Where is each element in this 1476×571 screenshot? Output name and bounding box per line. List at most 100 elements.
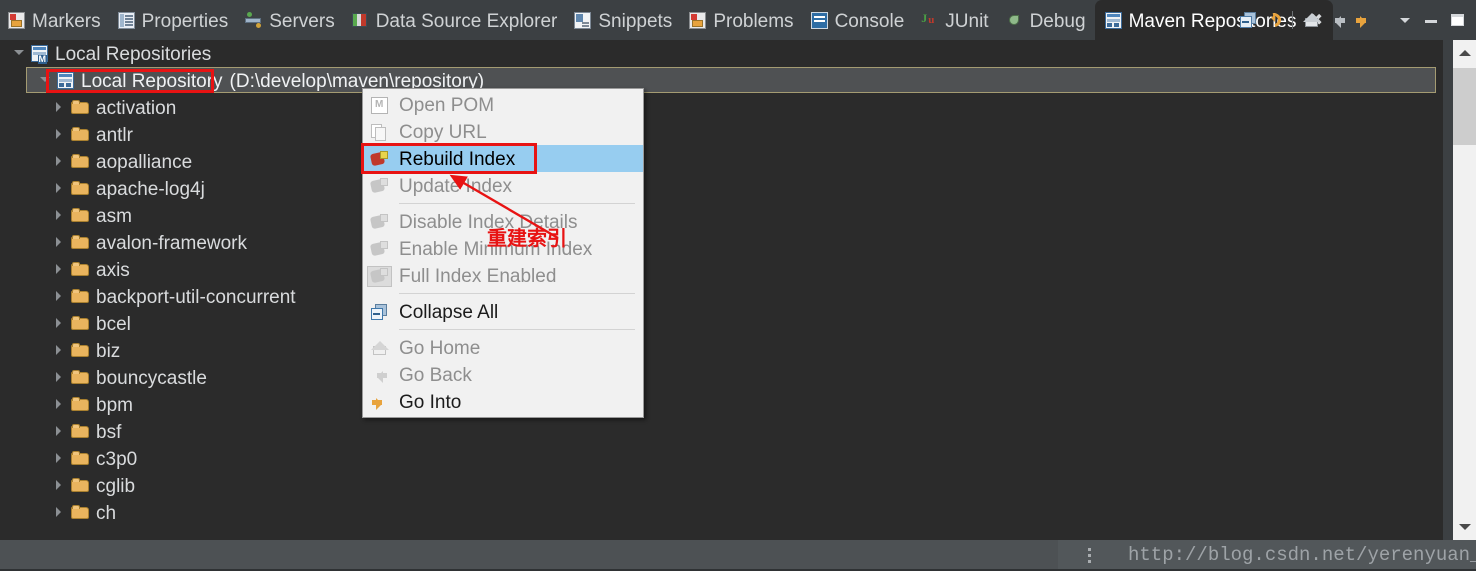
expand-arrow-icon[interactable] (54, 155, 67, 168)
menu-item-update-index[interactable]: Update Index (363, 172, 643, 199)
tab-label: Properties (141, 10, 229, 32)
tree-item-local-repository[interactable]: Local Repository (D:\develop\maven\repos… (0, 67, 1443, 94)
tree-item-label: bouncycastle (96, 367, 207, 389)
tree-item-group[interactable]: antlr (0, 121, 1443, 148)
expand-arrow-icon[interactable] (54, 101, 67, 114)
chevron-down-icon (1458, 524, 1471, 536)
menu-item-label: Go Home (399, 337, 481, 359)
scroll-up-button[interactable] (1453, 40, 1476, 64)
tab-properties[interactable]: Properties (110, 0, 238, 40)
index-icon (371, 213, 388, 231)
context-menu[interactable]: Open POM Copy URL Rebuild Index Update I… (361, 88, 644, 418)
expand-arrow-icon[interactable] (54, 317, 67, 330)
debug-icon (1006, 12, 1023, 29)
tree-item-group[interactable]: asm (0, 202, 1443, 229)
refresh-button[interactable] (1261, 6, 1287, 34)
tree-item-group[interactable]: bpm (0, 391, 1443, 418)
tree-item-group[interactable]: bouncycastle (0, 364, 1443, 391)
chevron-down-icon (1397, 12, 1414, 29)
menu-separator (399, 329, 635, 330)
tree-item-group[interactable]: apache-log4j (0, 175, 1443, 202)
expand-arrow-icon[interactable] (54, 344, 67, 357)
update-index-icon (371, 177, 388, 195)
menu-icon-gutter (363, 175, 399, 197)
tree-item-group[interactable]: activation (0, 94, 1443, 121)
view-menu-button[interactable] (1392, 6, 1418, 34)
drag-handle-dots-icon[interactable] (1088, 548, 1091, 551)
forward-button[interactable] (1350, 6, 1376, 34)
tree-item-group[interactable]: bcel (0, 310, 1443, 337)
expand-arrow-icon[interactable] (54, 236, 67, 249)
collapse-all-button[interactable] (1235, 6, 1261, 34)
expand-arrow-icon[interactable] (54, 506, 67, 519)
expand-arrow-icon[interactable] (54, 290, 67, 303)
tree-item-group[interactable]: c3p0 (0, 445, 1443, 472)
expand-arrow-icon[interactable] (54, 425, 67, 438)
maximize-button[interactable] (1444, 6, 1470, 34)
expand-arrow-icon[interactable] (54, 263, 67, 276)
expand-arrow-icon[interactable] (54, 398, 67, 411)
menu-item-copy-url[interactable]: Copy URL (363, 118, 643, 145)
tab-label: Console (834, 10, 905, 32)
vertical-scrollbar[interactable] (1443, 40, 1476, 540)
menu-icon-gutter (363, 364, 399, 386)
tree-item-label: bsf (96, 421, 122, 443)
folder-icon (71, 451, 90, 466)
scrollbar-thumb[interactable] (1453, 68, 1476, 145)
menu-item-go-into[interactable]: Go Into (363, 388, 643, 415)
tab-console[interactable]: Console (803, 0, 914, 40)
problems-icon (689, 11, 707, 29)
menu-icon-gutter (363, 238, 399, 260)
open-pom-icon (371, 96, 388, 114)
watermark-panel: http://blog.csdn.net/yerenyuan_pku (1058, 540, 1476, 571)
folder-icon (71, 343, 90, 358)
menu-item-rebuild-index[interactable]: Rebuild Index (361, 143, 643, 174)
tree-item-group[interactable]: biz (0, 337, 1443, 364)
tree-item-local-repositories[interactable]: Local Repositories (0, 40, 1443, 67)
tab-markers[interactable]: Markers (0, 0, 110, 40)
expand-arrow-icon[interactable] (40, 74, 53, 87)
tab-debug[interactable]: Debug (998, 0, 1095, 40)
back-button[interactable] (1324, 6, 1350, 34)
minimize-button[interactable] (1418, 6, 1444, 34)
repository-tree[interactable]: Local Repositories Local Repository (D:\… (0, 40, 1443, 540)
expand-arrow-icon[interactable] (54, 452, 67, 465)
view-toolbar (1235, 0, 1476, 40)
tree-item-group[interactable]: ch (0, 499, 1443, 526)
menu-item-open-pom[interactable]: Open POM (363, 91, 643, 118)
go-home-button[interactable] (1298, 6, 1324, 34)
tree-item-group[interactable]: avalon-framework (0, 229, 1443, 256)
rebuild-index-icon (371, 150, 388, 168)
menu-item-go-back[interactable]: Go Back (363, 361, 643, 388)
tree-item-group[interactable]: aopalliance (0, 148, 1443, 175)
expand-arrow-icon[interactable] (54, 209, 67, 222)
expand-arrow-icon[interactable] (54, 182, 67, 195)
refresh-icon (1266, 12, 1283, 29)
tab-data-source-explorer[interactable]: Data Source Explorer (344, 0, 567, 40)
tree-item-group[interactable]: backport-util-concurrent (0, 283, 1443, 310)
watermark-text: http://blog.csdn.net/yerenyuan_pku (1128, 544, 1476, 566)
menu-item-full-index-enabled[interactable]: Full Index Enabled (363, 262, 643, 289)
menu-item-enable-minimum-index[interactable]: Enable Minimum Index (363, 235, 643, 262)
snippets-icon (574, 11, 592, 29)
expand-arrow-icon[interactable] (54, 371, 67, 384)
tab-label: Markers (32, 10, 101, 32)
scroll-down-button[interactable] (1453, 516, 1476, 540)
menu-item-label: Update Index (399, 175, 513, 197)
tree-item-label: asm (96, 205, 132, 227)
expand-arrow-icon[interactable] (14, 47, 27, 60)
expand-arrow-icon[interactable] (54, 128, 67, 141)
tab-snippets[interactable]: Snippets (566, 0, 681, 40)
tab-junit[interactable]: JUnit (913, 0, 997, 40)
expand-arrow-icon[interactable] (54, 479, 67, 492)
tree-item-group[interactable]: axis (0, 256, 1443, 283)
home-icon (1302, 12, 1321, 29)
menu-item-go-home[interactable]: Go Home (363, 334, 643, 361)
tab-problems[interactable]: Problems (681, 0, 802, 40)
tab-servers[interactable]: Servers (237, 0, 343, 40)
menu-item-disable-index-details[interactable]: Disable Index Details (363, 208, 643, 235)
menu-item-collapse-all[interactable]: Collapse All (363, 298, 643, 325)
servers-icon (245, 11, 262, 29)
tree-item-group[interactable]: cglib (0, 472, 1443, 499)
tree-item-group[interactable]: bsf (0, 418, 1443, 445)
